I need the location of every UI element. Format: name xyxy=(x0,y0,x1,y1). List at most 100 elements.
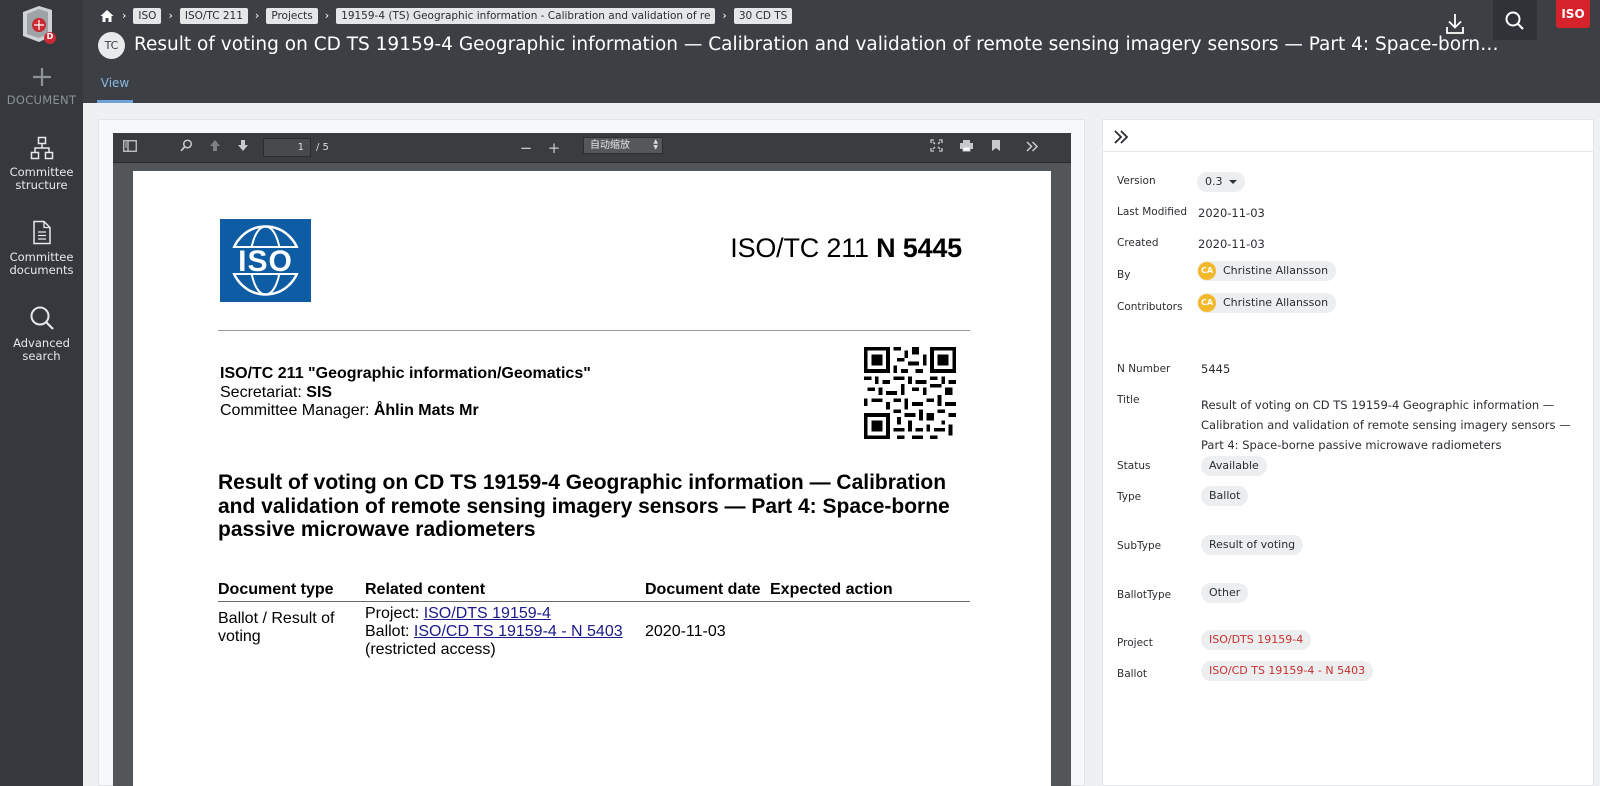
status-badge: Available xyxy=(1201,456,1267,476)
nav-committee-structure[interactable]: Committee structure xyxy=(0,136,83,191)
page-number-input[interactable]: 1 xyxy=(263,138,311,157)
breadcrumb-projects[interactable]: Projects xyxy=(266,8,318,24)
document-number: ISO/TC 211 N 5445 xyxy=(730,233,962,264)
search-icon xyxy=(30,306,54,330)
chevron-right-icon: › xyxy=(122,9,127,22)
iso-logo-text: ISO xyxy=(238,245,293,278)
download-button[interactable] xyxy=(1435,6,1475,42)
zoom-in-icon[interactable]: + xyxy=(545,139,563,157)
app-root: D DOCUMENT Committee structure Committee… xyxy=(0,0,1600,786)
project-link-chip[interactable]: ISO/DTS 19159-4 xyxy=(1201,630,1312,650)
app-logo[interactable]: D xyxy=(19,4,59,44)
committee-info: ISO/TC 211 "Geographic information/Geoma… xyxy=(220,365,591,421)
select-arrows-icon: ▲ ▼ xyxy=(653,138,658,151)
bookmark-icon[interactable] xyxy=(987,139,1005,157)
page-count: / 5 xyxy=(316,142,329,153)
zoom-value: 自动缩放 xyxy=(590,140,630,151)
document-icon xyxy=(32,220,51,245)
divider xyxy=(218,330,970,331)
chevron-right-icon: › xyxy=(254,9,260,22)
pdf-viewer: 1 / 5 − + 自动缩放 ▲ ▼ ISO ISO/TC 211 N 5445… xyxy=(113,133,1071,786)
version-value: 0.3 xyxy=(1205,175,1223,188)
pdf-page: ISO ISO/TC 211 N 5445 ISO/TC 211 "Geogra… xyxy=(133,171,1051,786)
field-label-ballottype: BallotType xyxy=(1117,589,1172,601)
avatar: CA xyxy=(1198,262,1216,280)
nav-label-2: documents xyxy=(9,262,74,277)
double-chevron-right-icon[interactable] xyxy=(1023,139,1041,157)
search-button[interactable] xyxy=(1493,0,1537,40)
type-badge: Ballot xyxy=(1201,486,1249,506)
field-label-created: Created xyxy=(1117,237,1159,249)
contributor-name: Christine Allansson xyxy=(1223,296,1329,309)
ballot-link[interactable]: ISO/CD TS 19159-4 - N 5403 xyxy=(414,623,623,640)
next-page-icon[interactable] xyxy=(234,139,252,157)
ballot-label: Ballot: xyxy=(365,623,414,640)
tab-view[interactable]: View xyxy=(97,62,133,103)
field-label-contributors: Contributors xyxy=(1117,301,1183,313)
nav-committee-documents[interactable]: Committee documents xyxy=(0,220,83,276)
fullscreen-icon[interactable] xyxy=(927,139,945,157)
table-cell-date: 2020-11-03 xyxy=(645,623,726,640)
table-header: Document date xyxy=(645,581,761,598)
table-cell-related: Project: ISO/DTS 19159-4 Ballot: ISO/CD … xyxy=(365,605,635,659)
field-label-last-modified: Last Modified xyxy=(1117,206,1188,218)
manager-value: Åhlin Mats Mr xyxy=(373,402,479,419)
collapse-panel-button[interactable] xyxy=(1111,127,1133,147)
ballottype-badge: Other xyxy=(1201,583,1249,603)
avatar: CA xyxy=(1198,294,1216,312)
author-name: Christine Allansson xyxy=(1223,264,1329,277)
contributor-chip[interactable]: CA Christine Allansson xyxy=(1197,293,1337,313)
tab-bar: View xyxy=(83,62,1600,103)
zoom-select[interactable]: 自动缩放 ▲ ▼ xyxy=(583,137,663,154)
pdf-toolbar: 1 / 5 − + 自动缩放 ▲ ▼ xyxy=(113,133,1071,163)
manager-label: Committee Manager: xyxy=(220,402,374,419)
panel-divider xyxy=(1102,151,1594,152)
version-select[interactable]: 0.3 xyxy=(1197,172,1245,192)
chevron-right-icon: › xyxy=(722,9,727,22)
document-heading: Result of voting on CD TS 19159-4 Geogra… xyxy=(218,471,950,541)
author-chip[interactable]: CA Christine Allansson xyxy=(1197,261,1337,281)
find-icon[interactable] xyxy=(177,139,195,157)
add-document-button[interactable]: DOCUMENT xyxy=(0,66,83,107)
table-cell-doc-type: Ballot / Result of voting xyxy=(218,610,335,645)
field-label-title: Title xyxy=(1117,394,1140,406)
field-label-by: By xyxy=(1117,269,1131,281)
qr-code xyxy=(864,347,956,439)
title-value: Result of voting on CD TS 19159-4 Geogra… xyxy=(1201,398,1571,452)
secretariat-label: Secretariat: xyxy=(220,383,307,401)
chevron-right-icon: › xyxy=(324,9,330,22)
field-label-status: Status xyxy=(1117,460,1151,472)
print-icon[interactable] xyxy=(957,139,975,157)
breadcrumb-committee[interactable]: ISO/TC 211 xyxy=(179,8,248,24)
field-label-version: Version xyxy=(1117,175,1156,187)
table-rule xyxy=(218,601,970,602)
document-number-value: N 5445 xyxy=(876,233,962,263)
double-chevron-right-icon xyxy=(1114,130,1129,144)
breadcrumb-stage[interactable]: 30 CD TS xyxy=(733,8,793,24)
breadcrumb: › ISO › ISO/TC 211 › Projects › 19159-4 … xyxy=(99,7,793,25)
field-label-project: Project xyxy=(1117,637,1153,649)
restricted-note: (restricted access) xyxy=(365,641,496,658)
chevron-right-icon: › xyxy=(168,9,173,22)
hierarchy-icon xyxy=(30,136,53,160)
nav-label-1: Committee xyxy=(9,250,74,264)
nav-advanced-search[interactable]: Advanced search xyxy=(0,305,83,362)
breadcrumb-project[interactable]: 19159-4 (TS) Geographic information - Ca… xyxy=(336,8,716,24)
project-link[interactable]: ISO/DTS 19159-4 xyxy=(424,605,551,622)
iso-logo[interactable]: ISO xyxy=(1556,0,1590,28)
field-label-ballot: Ballot xyxy=(1117,668,1148,680)
ballot-link-chip[interactable]: ISO/CD TS 19159-4 - N 5403 xyxy=(1201,661,1374,681)
field-label-n-number: N Number xyxy=(1117,363,1171,375)
download-icon xyxy=(1446,14,1464,34)
nav-label-2: structure xyxy=(15,177,68,192)
zoom-out-icon[interactable]: − xyxy=(517,139,535,157)
nav-label-1: Committee xyxy=(9,165,74,179)
home-icon[interactable] xyxy=(99,8,115,24)
sidebar-toggle-icon[interactable] xyxy=(121,139,139,157)
table-header: Related content xyxy=(365,581,486,598)
breadcrumb-iso[interactable]: ISO xyxy=(133,8,162,24)
manager-line: Committee Manager: Åhlin Mats Mr xyxy=(220,402,591,421)
project-label: Project: xyxy=(365,605,424,622)
previous-page-icon[interactable] xyxy=(206,139,224,157)
search-icon xyxy=(1505,11,1524,30)
